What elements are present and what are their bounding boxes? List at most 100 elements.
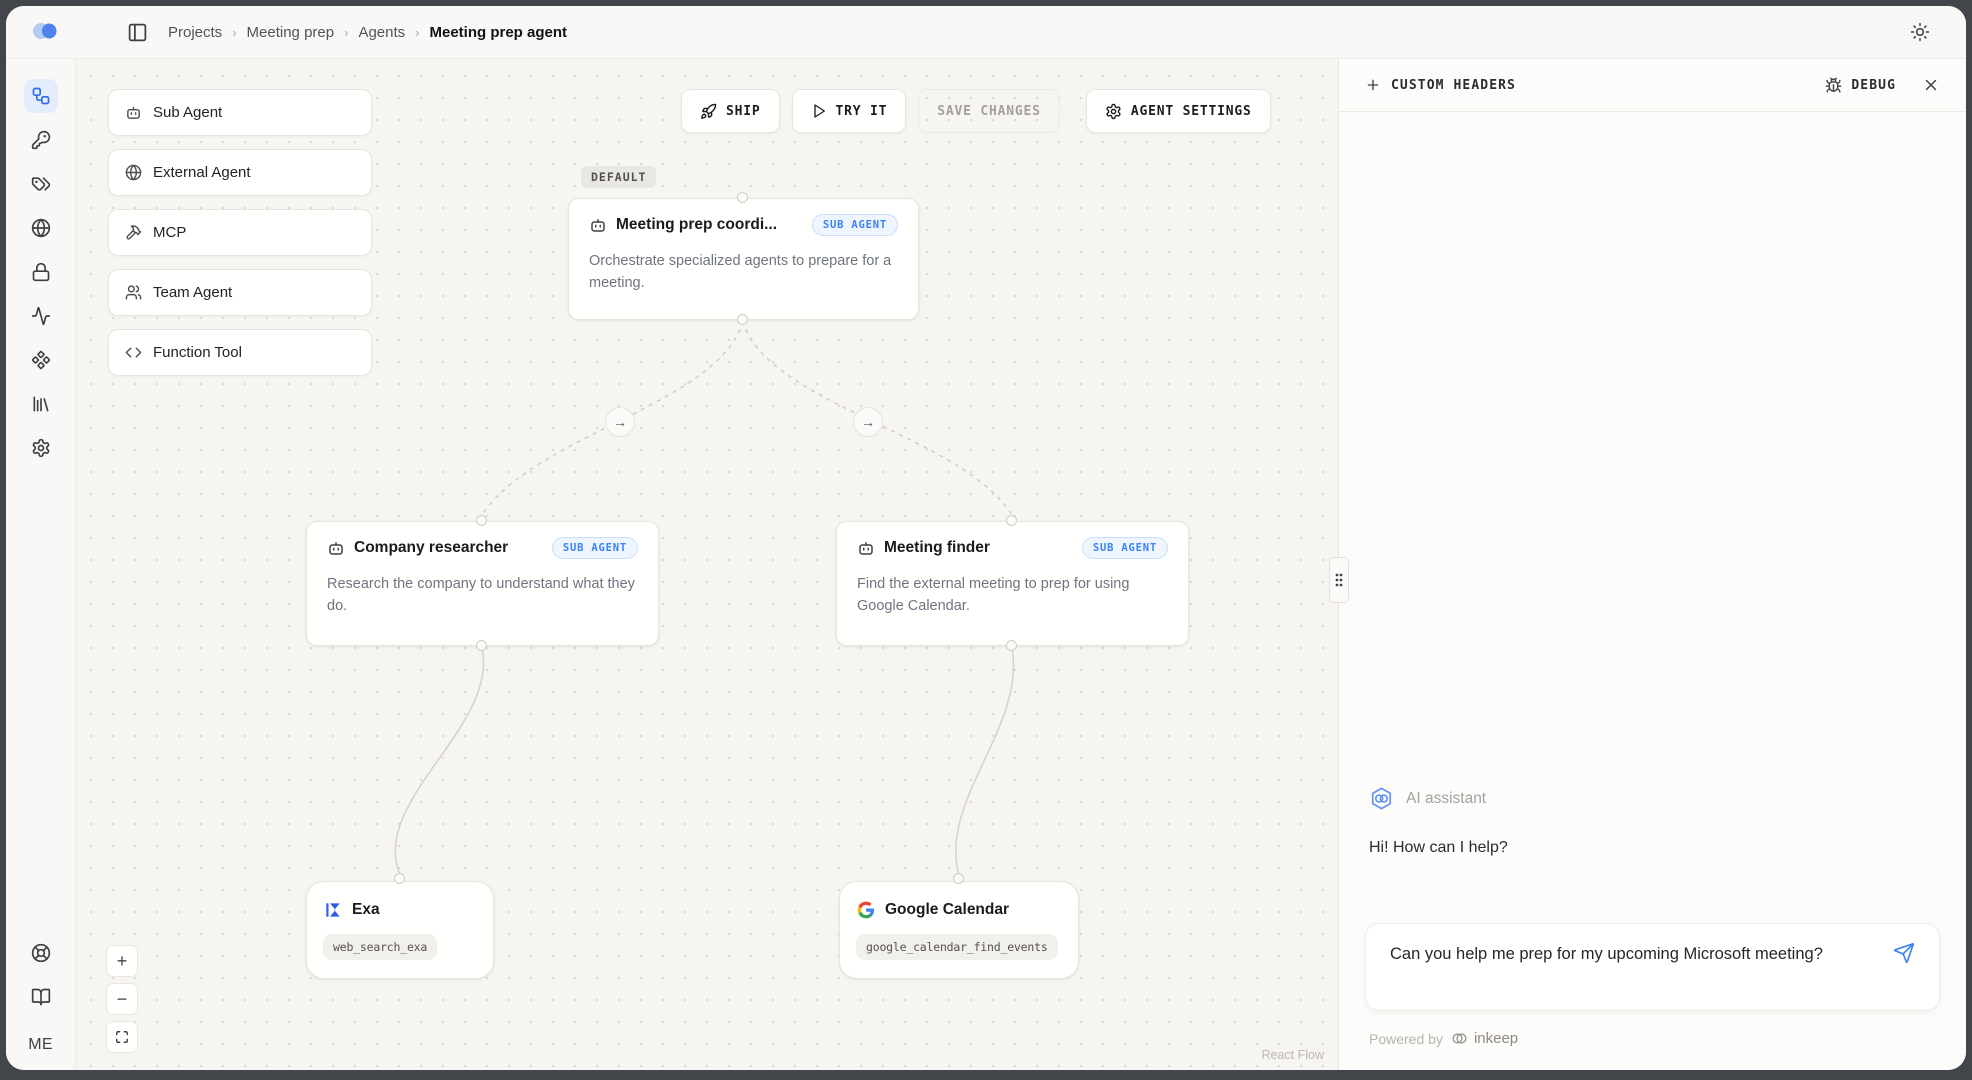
assistant-panel: CUSTOM HEADERS DEBUG AI assistant Hi! Ho… — [1338, 59, 1966, 1070]
tool-id-tag: web_search_exa — [323, 934, 437, 960]
palette-sub-agent[interactable]: Sub Agent — [108, 89, 372, 136]
nav-activity-icon[interactable] — [24, 299, 58, 333]
inkeep-logo-icon[interactable] — [30, 19, 60, 45]
node-title: Company researcher — [354, 539, 508, 557]
agent-bot-icon — [327, 539, 345, 557]
ship-button[interactable]: SHIP — [681, 89, 780, 133]
node-handle[interactable] — [737, 314, 748, 325]
nav-settings-gear-icon[interactable] — [24, 431, 58, 465]
try-it-button[interactable]: TRY IT — [792, 89, 907, 133]
node-handle[interactable] — [1006, 640, 1017, 651]
panel-resize-grip[interactable] — [1329, 557, 1349, 603]
exa-logo — [323, 900, 343, 920]
help-life-buoy-icon[interactable] — [24, 936, 58, 970]
inkeep-brand-link[interactable]: inkeep — [1450, 1029, 1518, 1048]
assistant-panel-header: CUSTOM HEADERS DEBUG — [1339, 59, 1966, 112]
node-handle[interactable] — [476, 515, 487, 526]
user-avatar[interactable]: ME — [28, 1036, 53, 1054]
edge-arrow-icon: → — [853, 407, 883, 437]
node-title: Meeting prep coordi... — [616, 216, 777, 234]
node-title: Exa — [352, 901, 380, 919]
chat-input[interactable]: Can you help me prep for my upcoming Mic… — [1390, 942, 1830, 968]
maximize-icon — [115, 1030, 129, 1044]
debug-button[interactable]: DEBUG — [1825, 77, 1896, 94]
node-meeting-finder[interactable]: Meeting finder SUB AGENT Find the extern… — [836, 521, 1189, 646]
powered-by-row: Powered by inkeep — [1339, 1011, 1966, 1070]
breadcrumb-separator: › — [232, 25, 236, 40]
close-panel-icon[interactable] — [1922, 76, 1940, 94]
node-company-researcher[interactable]: Company researcher SUB AGENT Research th… — [306, 521, 659, 646]
agent-settings-button[interactable]: AGENT SETTINGS — [1086, 89, 1271, 133]
flow-canvas[interactable]: → → Sub Agent External Agent MCP — [76, 59, 1338, 1070]
google-logo — [856, 900, 876, 920]
left-icon-rail: ME — [6, 59, 76, 1070]
zoom-in-button[interactable]: + — [106, 945, 138, 977]
breadcrumb-separator: › — [415, 25, 419, 40]
node-handle[interactable] — [1006, 515, 1017, 526]
palette-external-agent[interactable]: External Agent — [108, 149, 372, 196]
node-meeting-prep-coordinator[interactable]: Meeting prep coordi... SUB AGENT Orchest… — [568, 198, 919, 320]
react-flow-attribution[interactable]: React Flow — [1261, 1048, 1324, 1062]
app-window: Projects › Meeting prep › Agents › Meeti… — [6, 6, 1966, 1070]
agent-bot-icon — [857, 539, 875, 557]
node-handle[interactable] — [476, 640, 487, 651]
custom-headers-button[interactable]: CUSTOM HEADERS — [1365, 77, 1516, 93]
inkeep-mark-icon — [1450, 1029, 1469, 1048]
node-palette: Sub Agent External Agent MCP Team Agent … — [108, 89, 372, 376]
save-changes-button[interactable]: SAVE CHANGES — [918, 89, 1060, 133]
docs-book-open-icon[interactable] — [24, 980, 58, 1014]
top-bar: Projects › Meeting prep › Agents › Meeti… — [6, 6, 1966, 59]
nav-globe-icon[interactable] — [24, 211, 58, 245]
palette-mcp[interactable]: MCP — [108, 209, 372, 256]
node-google-calendar-tool[interactable]: Google Calendar google_calendar_find_eve… — [839, 881, 1079, 979]
grip-dots-icon — [1334, 572, 1344, 588]
gear-icon — [1105, 103, 1122, 120]
breadcrumb-current-agent: Meeting prep agent — [429, 24, 567, 41]
node-title: Meeting finder — [884, 539, 990, 557]
powered-by-label: Powered by — [1369, 1031, 1443, 1047]
nav-graph-workflow-icon[interactable] — [24, 79, 58, 113]
assistant-label: AI assistant — [1406, 790, 1486, 808]
assistant-identity-row: AI assistant — [1339, 786, 1966, 811]
play-icon — [811, 103, 827, 119]
theme-toggle-sun-icon[interactable] — [1904, 16, 1936, 48]
palette-function-tool[interactable]: Function Tool — [108, 329, 372, 376]
nav-tags-icon[interactable] — [24, 167, 58, 201]
nav-credentials-lock-icon[interactable] — [24, 255, 58, 289]
hammer-icon — [125, 224, 142, 241]
fit-view-button[interactable] — [106, 1021, 138, 1053]
tool-id-tag: google_calendar_find_events — [856, 934, 1058, 960]
sub-agent-badge: SUB AGENT — [1082, 537, 1168, 559]
assistant-greeting-message: Hi! How can I help? — [1339, 811, 1966, 857]
node-exa-tool[interactable]: Exa web_search_exa — [306, 881, 494, 979]
sub-agent-badge: SUB AGENT — [552, 537, 638, 559]
nav-api-keys-key-icon[interactable] — [24, 123, 58, 157]
nav-components-icon[interactable] — [24, 343, 58, 377]
node-handle[interactable] — [394, 873, 405, 884]
rocket-icon — [700, 103, 717, 120]
node-description: Find the external meeting to prep for us… — [857, 574, 1168, 618]
node-handle[interactable] — [953, 873, 964, 884]
canvas-zoom-controls: + − — [106, 945, 138, 1053]
nav-library-icon[interactable] — [24, 387, 58, 421]
zoom-out-button[interactable]: − — [106, 983, 138, 1015]
edge-arrow-icon: → — [605, 407, 635, 437]
send-icon[interactable] — [1893, 942, 1915, 964]
code-icon — [125, 344, 142, 361]
chat-input-card: Can you help me prep for my upcoming Mic… — [1365, 923, 1940, 1011]
breadcrumb-separator: › — [344, 25, 348, 40]
bug-icon — [1825, 77, 1842, 94]
palette-team-agent[interactable]: Team Agent — [108, 269, 372, 316]
breadcrumb-agents[interactable]: Agents — [358, 24, 405, 41]
sub-agent-badge: SUB AGENT — [812, 214, 898, 236]
node-description: Orchestrate specialized agents to prepar… — [589, 251, 898, 295]
sidebar-toggle-icon[interactable] — [122, 17, 152, 47]
inkeep-assistant-logo-icon — [1369, 786, 1394, 811]
default-agent-tag: DEFAULT — [581, 166, 656, 188]
breadcrumb-project[interactable]: Meeting prep — [247, 24, 335, 41]
node-handle[interactable] — [737, 192, 748, 203]
node-title: Google Calendar — [885, 901, 1009, 919]
agent-bot-icon — [589, 216, 607, 234]
node-description: Research the company to understand what … — [327, 574, 638, 618]
breadcrumb-projects[interactable]: Projects — [168, 24, 222, 41]
